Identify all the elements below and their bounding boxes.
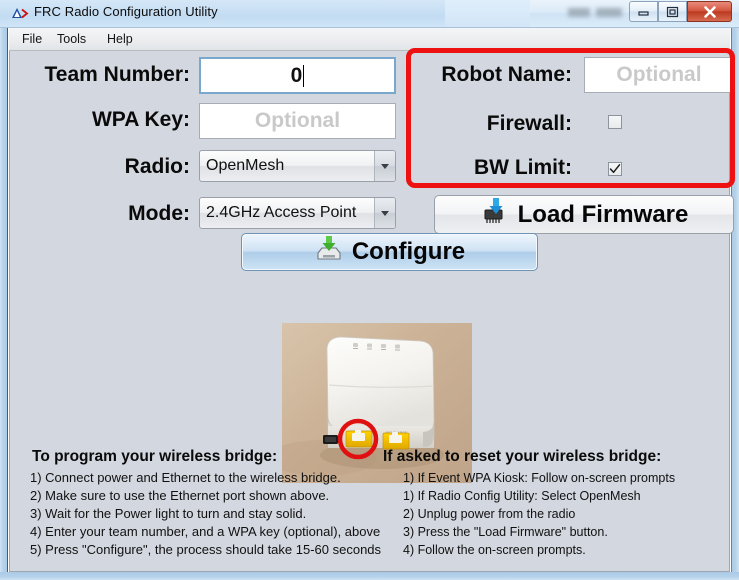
load-firmware-label: Load Firmware [517,200,689,228]
instructions-right-line: 1) If Event WPA Kiosk: Follow on-screen … [403,471,676,485]
text-caret [303,64,305,87]
redacted-title-text [568,8,622,17]
close-button[interactable] [687,1,732,22]
instructions-right-line: 1) If Radio Config Utility: Select OpenM… [403,489,641,503]
team-number-value: 0 [290,63,303,87]
instructions-left-heading: To program your wireless bridge: [32,448,278,465]
firewall-label: Firewall: [486,112,572,135]
instructions-right-line: 4) Follow the on-screen prompts. [403,543,586,557]
instructions-left-line: 4) Enter your team number, and a WPA key… [30,524,381,539]
minimize-button[interactable] [629,1,658,22]
mode-label: Mode: [128,202,190,225]
chevron-down-icon[interactable] [374,198,395,228]
instructions-right-line: 2) Unplug power from the radio [403,507,576,521]
checkmark-icon [609,164,621,174]
chip-download-icon [480,197,510,232]
instructions-left-line: 3) Wait for the Power light to turn and … [30,506,307,521]
radio-select-value: OpenMesh [206,157,285,174]
team-number-input[interactable]: 0 [199,57,396,94]
title-bar-gloss2 [445,0,530,27]
instructions-right-line: 3) Press the "Load Firmware" button. [403,525,608,539]
window-frame-left [0,0,8,580]
wpa-key-input[interactable]: Optional [199,103,396,139]
window-frame-bottom [0,572,739,580]
chevron-down-icon[interactable] [374,151,395,181]
bw-limit-checkbox[interactable] [608,162,622,176]
load-firmware-button[interactable]: Load Firmware [434,195,734,234]
maximize-button[interactable] [658,1,687,22]
radio-select[interactable]: OpenMesh [199,150,396,182]
menu-item-help[interactable]: Help [103,31,137,48]
mode-select-value: 2.4GHz Access Point [206,204,357,221]
wpa-key-placeholder: Optional [254,109,341,132]
robot-name-input[interactable]: Optional [584,57,734,93]
frc-logo-icon [11,6,29,21]
instructions-left-line: 1) Connect power and Ethernet to the wir… [30,470,341,485]
instructions-right-heading: If asked to reset your wireless bridge: [383,448,662,465]
window-title: FRC Radio Configuration Utility [34,4,218,19]
menu-item-tools[interactable]: Tools [53,31,90,48]
mode-select[interactable]: 2.4GHz Access Point [199,197,396,229]
instructions-left-line: 5) Press "Configure", the process should… [30,542,382,557]
drive-download-icon [314,235,344,270]
bw-limit-label: BW Limit: [474,156,572,179]
client-area: Team Number: 0 WPA Key: Optional Radio: … [9,48,735,572]
application-window: FRC Radio Configuration Utility File Too… [0,0,739,580]
robot-name-label: Robot Name: [441,63,572,86]
instructions-left-line: 2) Make sure to use the Ethernet port sh… [30,488,330,503]
team-number-label: Team Number: [44,63,190,86]
robot-name-placeholder: Optional [616,63,702,86]
firewall-checkbox[interactable] [608,115,622,129]
menu-bar: File Tools Help [9,28,730,51]
title-bar[interactable]: FRC Radio Configuration Utility [0,0,739,28]
configure-label: Configure [351,238,466,265]
radio-label: Radio: [124,155,190,178]
configure-button[interactable]: Configure [241,233,538,271]
wpa-key-label: WPA Key: [91,108,190,131]
menu-item-file[interactable]: File [18,31,46,48]
